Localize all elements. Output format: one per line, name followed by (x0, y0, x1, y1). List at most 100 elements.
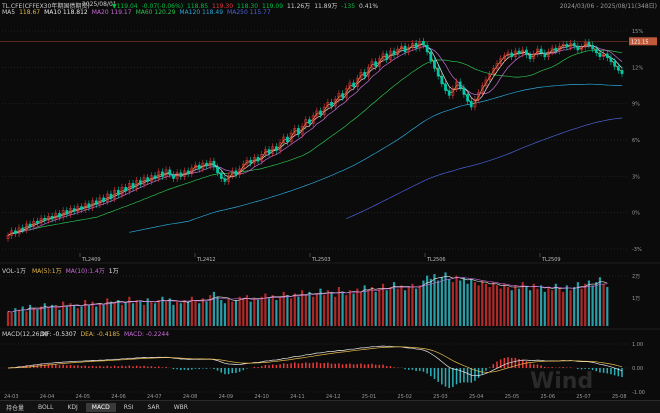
volume-bar (514, 285, 517, 326)
candle-body (94, 200, 98, 205)
candle-body (297, 128, 300, 135)
tab-kdj[interactable]: KDJ (61, 403, 83, 412)
volume-bar (517, 288, 521, 326)
volume-bar (36, 309, 39, 326)
candle-body (131, 183, 135, 189)
volume-bar (448, 278, 451, 326)
volume-bar (109, 301, 113, 326)
volume-bar (356, 288, 359, 326)
volume-bar (532, 283, 535, 326)
volume-bar (455, 275, 458, 326)
tab-rsi[interactable]: RSI (118, 403, 140, 412)
candle-body (385, 53, 389, 60)
ma-legend-item: MA120 118.49 (179, 9, 224, 16)
volume-bar (352, 293, 355, 326)
volume-bar (569, 290, 572, 326)
volume-bar (205, 301, 208, 326)
volume-bar (245, 295, 249, 326)
volume-bar (444, 272, 447, 326)
candle-body (554, 47, 558, 52)
candle-body (429, 51, 433, 61)
candle-body (72, 208, 76, 212)
tab-sar[interactable]: SAR (142, 403, 166, 412)
volume-bar (374, 291, 377, 326)
candle-body (352, 82, 355, 87)
price-chart-pane[interactable]: 15% 12% 9% 6% 3% 0% -3% 121.15 TL2409 TL2412 TL250… (0, 17, 660, 264)
volume-bar (506, 287, 510, 326)
y-tick-label: 12% (632, 65, 643, 71)
candle-body (139, 180, 142, 185)
volume-bar (176, 301, 179, 326)
tab-wbr[interactable]: WBR (168, 403, 194, 412)
candle-body (275, 146, 278, 151)
volume-bar (440, 277, 443, 326)
macd-chart[interactable]: 1.000.00-1.0024-03 24-04 24-05 24-06 24-07 24… (0, 330, 660, 400)
volume-bar (345, 295, 348, 326)
tab-持仓量[interactable]: 持仓量 (0, 402, 30, 413)
volume-bar (543, 291, 546, 326)
candle-body (153, 175, 157, 179)
tab-macd[interactable]: MACD (85, 402, 116, 412)
vol-y-label: 1万 (632, 296, 640, 302)
y-tick-label: 9% (632, 102, 640, 108)
volume-bar (84, 300, 87, 326)
volume-bar (179, 303, 182, 326)
volume-bar (201, 298, 204, 326)
volume-bar (260, 296, 263, 326)
volume-bar (212, 291, 215, 326)
vol-ma-label: MA(5):1万 (32, 268, 62, 275)
candle-body (50, 216, 54, 220)
vol-y-label: 2万 (632, 274, 640, 280)
macd-pane[interactable]: 1.00 0.00 -1.00 24-03 24-04 24-05 24-06 24-07 24… (0, 330, 660, 400)
macd-value: MACD: -0.2244 (123, 331, 170, 338)
volume-bar (234, 300, 238, 326)
candle-body (620, 70, 624, 75)
volume-bar (275, 300, 278, 326)
ma-legend-item: MA250 115.77 (227, 9, 271, 16)
candle-body (444, 83, 447, 91)
candle-body (21, 227, 25, 231)
volume-bar (580, 288, 583, 326)
macd-y-label: -1.00 (632, 390, 645, 396)
volume-bar (359, 291, 363, 326)
candle-body (433, 60, 436, 69)
volume-bar (161, 296, 164, 326)
candle-body (616, 66, 620, 71)
volume-bar (62, 301, 65, 326)
volume-bar (462, 277, 466, 326)
candle-body (109, 193, 113, 200)
volume-bar (547, 287, 550, 326)
candle-body (539, 48, 543, 54)
candle-body (172, 174, 175, 179)
ma-legend-item: 118.67 (19, 9, 41, 16)
candle-body (14, 230, 17, 234)
volume-bar (510, 290, 513, 326)
candle-body (205, 162, 208, 167)
volume-bar (10, 313, 13, 326)
volume-bar (32, 308, 35, 326)
candle-body (565, 43, 569, 48)
volume-bar (573, 287, 576, 326)
candle-body (466, 94, 469, 102)
macd-value: DIF: -0.5307 (40, 331, 77, 338)
volume-bar (150, 301, 153, 326)
volume-pane[interactable]: 2万 1万 VOL-1万 MA(5):1万 MA(10):1.4万 1万 (0, 264, 660, 330)
volume-bar (87, 304, 90, 326)
volume-bar (459, 280, 462, 326)
volume-bar (249, 301, 252, 326)
volume-bar (17, 309, 21, 326)
y-tick-label: 6% (632, 138, 640, 144)
volume-bar (565, 285, 568, 326)
candle-body (572, 42, 576, 47)
volume-bar (76, 308, 79, 326)
candle-body (80, 206, 83, 210)
candle-body (594, 48, 598, 54)
volume-bar (73, 304, 76, 326)
tab-boll[interactable]: BOLL (32, 403, 59, 412)
wind-watermark: Wind (530, 369, 593, 394)
price-chart[interactable]: 15% 12% 9% 6% 3% 0% -3% 121.15 TL2409 TL2412 TL250… (0, 17, 660, 264)
candle-body (528, 54, 532, 59)
volume-bar (54, 306, 57, 326)
volume-bar (602, 283, 605, 326)
volume-bar (484, 283, 488, 326)
